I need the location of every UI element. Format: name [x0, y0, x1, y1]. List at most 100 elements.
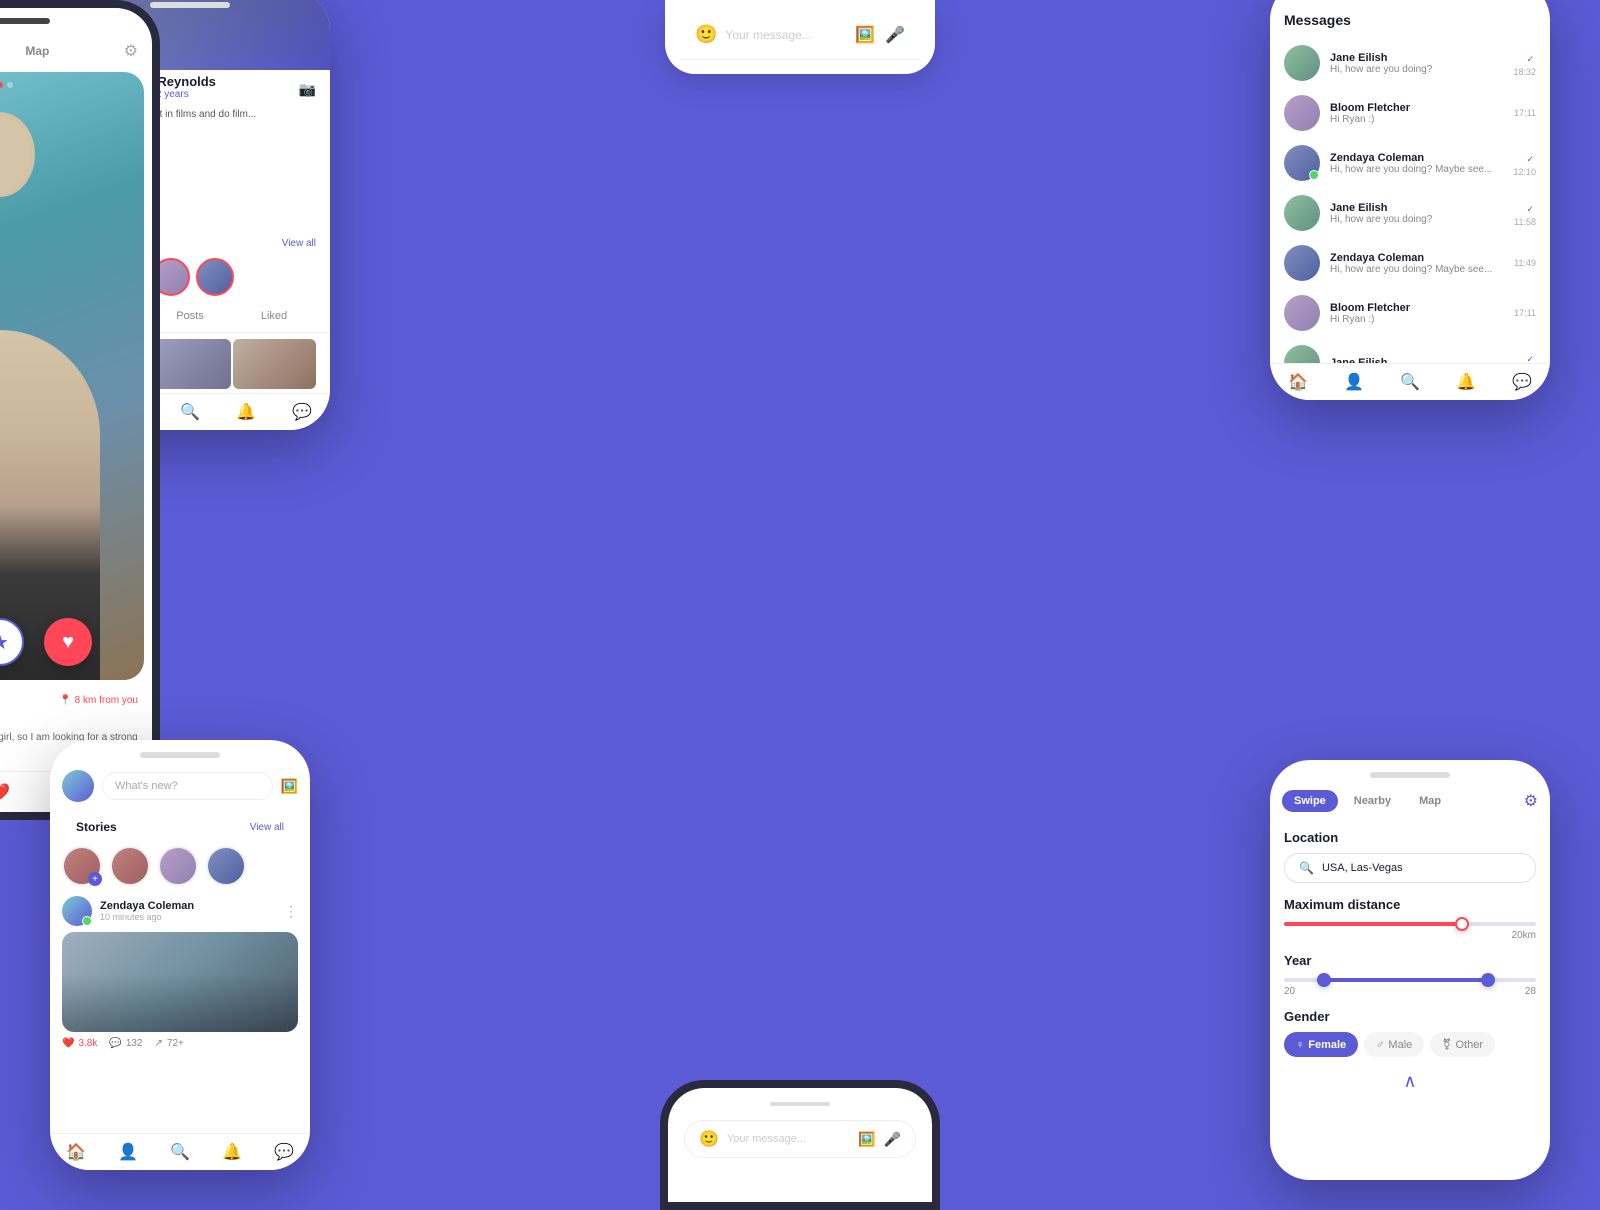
post-comments[interactable]: 💬 132	[109, 1038, 142, 1049]
search-nav-feed[interactable]: 🔍	[170, 1142, 190, 1162]
filter-settings-icon[interactable]: ⚙	[1524, 791, 1538, 811]
message-item-6[interactable]: Bloom Fletcher Hi Ryan :) 17:11	[1270, 288, 1550, 338]
chat-nav-icon[interactable]: 💬	[292, 402, 312, 422]
profile-nav-icon-msg[interactable]: 👤	[1344, 372, 1364, 392]
bottom-message-input[interactable]: 🙂 Your message... 🖼️ 🎤	[684, 1120, 916, 1158]
comments-count: 132	[126, 1038, 143, 1049]
emoji-icon[interactable]: 🙂	[695, 24, 717, 45]
like-button[interactable]: ♥	[44, 618, 92, 666]
heart-stat-icon: ❤️	[62, 1038, 74, 1049]
story-avatar-2[interactable]	[158, 846, 198, 886]
location-section: Location 🔍 USA, Las-Vegas	[1270, 822, 1550, 891]
distance-thumb[interactable]	[1455, 917, 1469, 931]
message-item-5[interactable]: Zendaya Coleman Hi, how are you doing? M…	[1270, 238, 1550, 288]
compose-input[interactable]: What's new?	[102, 772, 273, 800]
tab-liked[interactable]: Liked	[232, 306, 316, 326]
msg-name-bloom-2: Bloom Fletcher	[1330, 302, 1504, 314]
indicator-2	[0, 82, 3, 88]
filter-tab-nearby[interactable]: Nearby	[1342, 790, 1403, 812]
filter-tab-swipe[interactable]: Swipe	[1282, 790, 1338, 812]
msg-preview-zendaya-2: Hi, how are you doing? Maybe see...	[1330, 264, 1504, 275]
chevron-up-icon[interactable]: ∧	[1403, 1071, 1416, 1092]
bell-nav-feed[interactable]: 🔔	[222, 1142, 242, 1162]
other-icon: ⚧	[1442, 1038, 1451, 1051]
search-nav-icon-msg[interactable]: 🔍	[1400, 372, 1420, 392]
msg-content-jane-2: Jane Eilish Hi, how are you doing?	[1330, 202, 1504, 225]
compose-placeholder: What's new?	[115, 780, 178, 792]
message-item-1[interactable]: Jane Eilish Hi, how are you doing? ✓ 18:…	[1270, 38, 1550, 88]
post-share[interactable]: ↗ 72+	[155, 1038, 184, 1049]
distance-text: 8 km from you	[75, 695, 138, 706]
collapse-bar: ∧	[1270, 1063, 1550, 1100]
gender-other[interactable]: ⚧ Other	[1430, 1032, 1495, 1057]
bell-nav-icon-msg[interactable]: 🔔	[1456, 372, 1476, 392]
message-item-3[interactable]: Zendaya Coleman Hi, how are you doing? M…	[1270, 138, 1550, 188]
profile-nav-feed[interactable]: 👤	[118, 1142, 138, 1162]
gender-male[interactable]: ♂ Male	[1364, 1032, 1424, 1057]
bottom-mic-icon[interactable]: 🎤	[884, 1131, 901, 1148]
bottom-emoji-icon: 🙂	[699, 1129, 719, 1149]
swipe-phone: Swipe Nearby Map ⚙ ✕ ★ ♥ Alice Johnson	[0, 0, 160, 820]
stories-title: Stories	[76, 820, 117, 834]
year-max: 28	[1525, 986, 1536, 997]
compose-avatar	[62, 770, 94, 802]
distance-slider[interactable]	[1284, 922, 1536, 926]
story-avatar-add[interactable]	[62, 846, 102, 886]
gender-female[interactable]: ♀ Female	[1284, 1032, 1358, 1057]
filter-nav: Swipe Nearby Map ⚙	[1270, 760, 1550, 822]
filter-icon[interactable]: ⚙	[124, 41, 138, 61]
story-avatar-3[interactable]	[206, 846, 246, 886]
bottom-partial-phone: 🙂 Your message... 🖼️ 🎤	[660, 1080, 940, 1210]
message-item-2[interactable]: Bloom Fletcher Hi Ryan :) 17:11	[1270, 88, 1550, 138]
compose-image-icon[interactable]: 🖼️	[281, 778, 298, 795]
filter-tab-map[interactable]: Map	[1407, 790, 1453, 812]
male-label: Male	[1388, 1039, 1412, 1051]
image-icon[interactable]: 🖼️	[855, 25, 875, 45]
message-placeholder[interactable]: Your message...	[725, 28, 847, 42]
search-nav-icon[interactable]: 🔍	[180, 402, 200, 422]
read-check-icon: ✓	[1526, 54, 1534, 64]
message-input-phone: 🙂 Your message... 🖼️ 🎤	[665, 0, 935, 74]
location-input[interactable]: 🔍 USA, Las-Vegas	[1284, 853, 1536, 883]
superlike-button[interactable]: ★	[0, 618, 24, 666]
feed-bottom-nav: 🏠 👤 🔍 🔔 💬	[50, 1133, 310, 1170]
chat-nav-icon-msg[interactable]: 💬	[1512, 372, 1532, 392]
last-matches-view-all[interactable]: View all	[282, 238, 316, 249]
location-label: Location	[1284, 830, 1536, 845]
year-thumb-min[interactable]	[1317, 973, 1331, 987]
photo-2[interactable]	[149, 339, 232, 389]
camera-icon[interactable]: 📷	[299, 81, 316, 102]
year-fill	[1322, 978, 1486, 982]
post-author-avatar	[62, 896, 92, 926]
post-time: 10 minutes ago	[100, 912, 194, 922]
message-item-4[interactable]: Jane Eilish Hi, how are you doing? ✓ 11:…	[1270, 188, 1550, 238]
swipe-tab-nearby[interactable]: Nearby	[0, 38, 5, 64]
bottom-image-icon[interactable]: 🖼️	[858, 1131, 875, 1148]
pin-icon: 📍	[59, 695, 71, 706]
swipe-tab-map[interactable]: Map	[9, 38, 65, 64]
match-avatar-3[interactable]	[196, 258, 234, 296]
home-nav-feed[interactable]: 🏠	[66, 1142, 86, 1162]
home-nav-icon-msg[interactable]: 🏠	[1288, 372, 1308, 392]
bell-nav-icon[interactable]: 🔔	[236, 402, 256, 422]
year-slider[interactable]	[1284, 978, 1536, 982]
post-image	[62, 932, 298, 1032]
male-icon: ♂	[1376, 1039, 1384, 1051]
year-thumb-max[interactable]	[1481, 973, 1495, 987]
msg-content-zendaya-1: Zendaya Coleman Hi, how are you doing? M…	[1330, 152, 1503, 175]
post-menu-icon[interactable]: ⋮	[284, 903, 298, 920]
chat-nav-feed[interactable]: 💬	[274, 1142, 294, 1162]
stories-header: Stories View all	[62, 812, 298, 838]
msg-content-bloom-1: Bloom Fletcher Hi Ryan :)	[1330, 102, 1504, 125]
swipe-card[interactable]: ✕ ★ ♥	[0, 72, 144, 680]
photo-3[interactable]	[233, 339, 316, 389]
tab-posts[interactable]: Posts	[148, 306, 232, 326]
heart-nav-swipe[interactable]: ❤️	[0, 782, 10, 802]
year-range: 20 28	[1284, 986, 1536, 997]
story-avatar-1[interactable]	[110, 846, 150, 886]
msg-time-val-4: 11:58	[1514, 217, 1536, 227]
post-likes[interactable]: ❤️ 3.8k	[62, 1038, 97, 1049]
stories-view-all[interactable]: View all	[250, 822, 284, 833]
read-check-icon-2: ✓	[1526, 154, 1534, 164]
mic-icon[interactable]: 🎤	[885, 25, 905, 45]
